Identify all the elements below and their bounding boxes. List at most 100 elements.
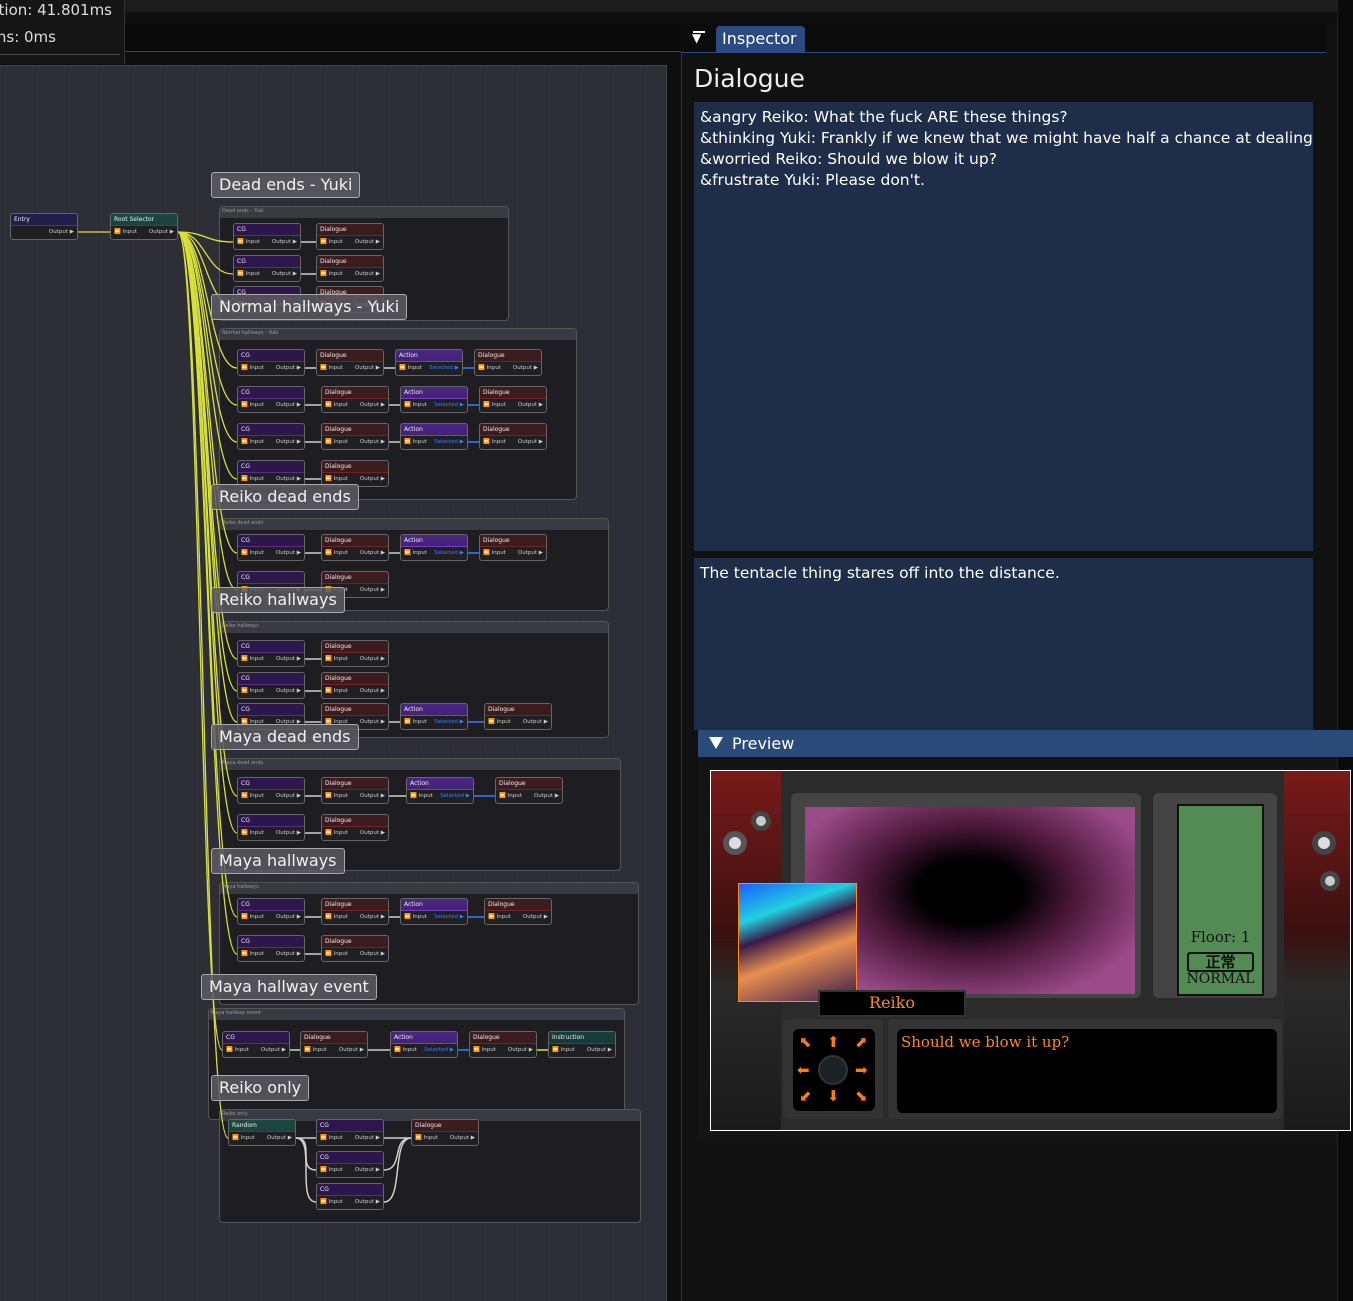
node-dialogue[interactable]: Dialogue ⏩ Input Output ▶ <box>300 1031 368 1058</box>
selected-port[interactable]: Selected ▶ <box>434 402 464 408</box>
output-port[interactable]: Output ▶ <box>149 229 174 235</box>
node-graph-canvas[interactable]: Dead ends - Yuki Normal hallways - Yuki Re… <box>0 65 667 1301</box>
input-port[interactable]: ⏩ Input <box>483 439 506 445</box>
arrow-up-right-icon[interactable]: ⬈ <box>855 1033 868 1051</box>
output-port[interactable]: Output ▶ <box>49 229 74 235</box>
output-port[interactable]: Output ▶ <box>267 1135 292 1141</box>
node-dialogue[interactable]: Dialogue ⏩ Input Output ▶ <box>321 777 389 804</box>
arrow-up-left-icon[interactable]: ⬉ <box>799 1033 812 1051</box>
node-cg[interactable]: CG ⏩ Input Output ▶ <box>233 223 301 250</box>
node-dialogue[interactable]: Dialogue ⏩ Input Output ▶ <box>479 534 547 561</box>
input-port[interactable]: ⏩ Input <box>552 1047 575 1053</box>
node-action[interactable]: Action ⏩ Input Selected ▶ <box>400 703 468 730</box>
node-dialogue[interactable]: Dialogue ⏩ Input Output ▶ <box>321 460 389 487</box>
output-port[interactable]: Output ▶ <box>360 793 385 799</box>
input-port[interactable]: ⏩ Input <box>320 365 343 371</box>
input-port[interactable]: ⏩ Input <box>404 914 427 920</box>
output-port[interactable]: Output ▶ <box>508 1047 533 1053</box>
selected-port[interactable]: Selected ▶ <box>434 550 464 556</box>
node-cg[interactable]: CG ⏩ Input Output ▶ <box>237 935 305 962</box>
input-port[interactable]: ⏩ Input <box>241 402 264 408</box>
input-port[interactable]: ⏩ Input <box>241 365 264 371</box>
output-port[interactable]: Output ▶ <box>523 914 548 920</box>
output-port[interactable]: Output ▶ <box>518 402 543 408</box>
node-dialogue[interactable]: Dialogue ⏩ Input Output ▶ <box>321 640 389 667</box>
output-port[interactable]: Output ▶ <box>276 476 301 482</box>
input-port[interactable]: ⏩ Input <box>325 688 348 694</box>
output-port[interactable]: Output ▶ <box>355 1167 380 1173</box>
input-port[interactable]: ⏩ Input <box>241 476 264 482</box>
input-port[interactable]: ⏩ Input <box>241 656 264 662</box>
output-port[interactable]: Output ▶ <box>276 914 301 920</box>
dpad-center[interactable] <box>818 1055 848 1085</box>
input-port[interactable]: ⏩ Input <box>241 550 264 556</box>
node-cg[interactable]: CG ⏩ Input Output ▶ <box>233 255 301 282</box>
output-port[interactable]: Output ▶ <box>360 402 385 408</box>
node-dialogue[interactable]: Dialogue ⏩ Input Output ▶ <box>474 349 542 376</box>
group-label[interactable]: Normal hallways - Yuki <box>211 294 408 320</box>
input-port[interactable]: ⏩ Input <box>488 719 511 725</box>
output-port[interactable]: Output ▶ <box>339 1047 364 1053</box>
output-port[interactable]: Output ▶ <box>513 365 538 371</box>
group-label[interactable]: Dead ends - Yuki <box>211 172 361 198</box>
node-dialogue[interactable]: Dialogue ⏩ Input Output ▶ <box>469 1031 537 1058</box>
output-port[interactable]: Output ▶ <box>587 1047 612 1053</box>
input-port[interactable]: ⏩ Input <box>241 793 264 799</box>
node-action[interactable]: Action ⏩ Input Selected ▶ <box>400 534 468 561</box>
output-port[interactable]: Output ▶ <box>360 914 385 920</box>
input-port[interactable]: ⏩ Input <box>320 1167 343 1173</box>
selected-port[interactable]: Selected ▶ <box>434 439 464 445</box>
node-entry[interactable]: Entry Output ▶ <box>10 213 78 240</box>
output-port[interactable]: Output ▶ <box>355 271 380 277</box>
node-action[interactable]: Action ⏩ Input Selected ▶ <box>395 349 463 376</box>
input-port[interactable]: ⏩ Input <box>304 1047 327 1053</box>
input-port[interactable]: ⏩ Input <box>404 402 427 408</box>
node-action[interactable]: Action ⏩ Input Selected ▶ <box>390 1031 458 1058</box>
input-port[interactable]: ⏩ Input <box>320 1199 343 1205</box>
input-port[interactable]: ⏩ Input <box>325 830 348 836</box>
input-port[interactable]: ⏩ Input <box>237 271 260 277</box>
group-label[interactable]: Maya hallways <box>211 848 345 874</box>
node-dialogue[interactable]: Dialogue ⏩ Input Output ▶ <box>321 898 389 925</box>
output-port[interactable]: Output ▶ <box>355 239 380 245</box>
input-port[interactable]: ⏩ Input <box>394 1047 417 1053</box>
input-port[interactable]: ⏩ Input <box>241 951 264 957</box>
input-port[interactable]: ⏩ Input <box>488 914 511 920</box>
input-port[interactable]: ⏩ Input <box>483 550 506 556</box>
input-port[interactable]: ⏩ Input <box>404 719 427 725</box>
arrow-right-icon[interactable]: ➡ <box>855 1061 868 1079</box>
input-port[interactable]: ⏩ Input <box>232 1135 255 1141</box>
input-port[interactable]: ⏩ Input <box>404 439 427 445</box>
input-port[interactable]: ⏩ Input <box>241 914 264 920</box>
node-cg[interactable]: CG ⏩ Input Output ▶ <box>316 1119 384 1146</box>
node-dialogue[interactable]: Dialogue ⏩ Input Output ▶ <box>321 423 389 450</box>
input-port[interactable]: ⏩ Input <box>478 365 501 371</box>
node-dialogue[interactable]: Dialogue ⏩ Input Output ▶ <box>321 814 389 841</box>
node-dialogue[interactable]: Dialogue ⏩ Input Output ▶ <box>316 255 384 282</box>
arrow-up-icon[interactable]: ⬆ <box>827 1033 840 1051</box>
node-cg[interactable]: CG ⏩ Input Output ▶ <box>316 1183 384 1210</box>
output-port[interactable]: Output ▶ <box>534 793 559 799</box>
selected-port[interactable]: Selected ▶ <box>424 1047 454 1053</box>
node-dialogue[interactable]: Dialogue ⏩ Input Output ▶ <box>479 423 547 450</box>
selected-port[interactable]: Selected ▶ <box>434 914 464 920</box>
input-port[interactable]: ⏩ Input <box>325 550 348 556</box>
output-port[interactable]: Output ▶ <box>276 793 301 799</box>
input-port[interactable]: ⏩ Input <box>325 439 348 445</box>
selected-port[interactable]: Selected ▶ <box>434 719 464 725</box>
arrow-left-icon[interactable]: ⬅ <box>797 1061 810 1079</box>
tab-inspector[interactable]: Inspector <box>716 26 805 53</box>
node-dialogue[interactable]: Dialogue ⏩ Input Output ▶ <box>321 534 389 561</box>
dialogue-textarea[interactable]: &angry Reiko: What the fuck ARE these th… <box>694 102 1313 551</box>
input-port[interactable]: ⏩ Input <box>320 271 343 277</box>
node-cg[interactable]: CG ⏩ Input Output ▶ <box>237 898 305 925</box>
input-port[interactable]: ⏩ Input <box>399 365 422 371</box>
node-dialogue[interactable]: Dialogue ⏩ Input Output ▶ <box>316 223 384 250</box>
node-cg[interactable]: CG ⏩ Input Output ▶ <box>237 777 305 804</box>
node-root-selector[interactable]: Root Selector ⏩ Input Output ▶ <box>110 213 178 240</box>
output-port[interactable]: Output ▶ <box>276 550 301 556</box>
output-port[interactable]: Output ▶ <box>355 1135 380 1141</box>
node-dialogue[interactable]: Dialogue ⏩ Input Output ▶ <box>484 898 552 925</box>
node-dialogue[interactable]: Dialogue ⏩ Input Output ▶ <box>321 935 389 962</box>
input-port[interactable]: ⏩ Input <box>473 1047 496 1053</box>
